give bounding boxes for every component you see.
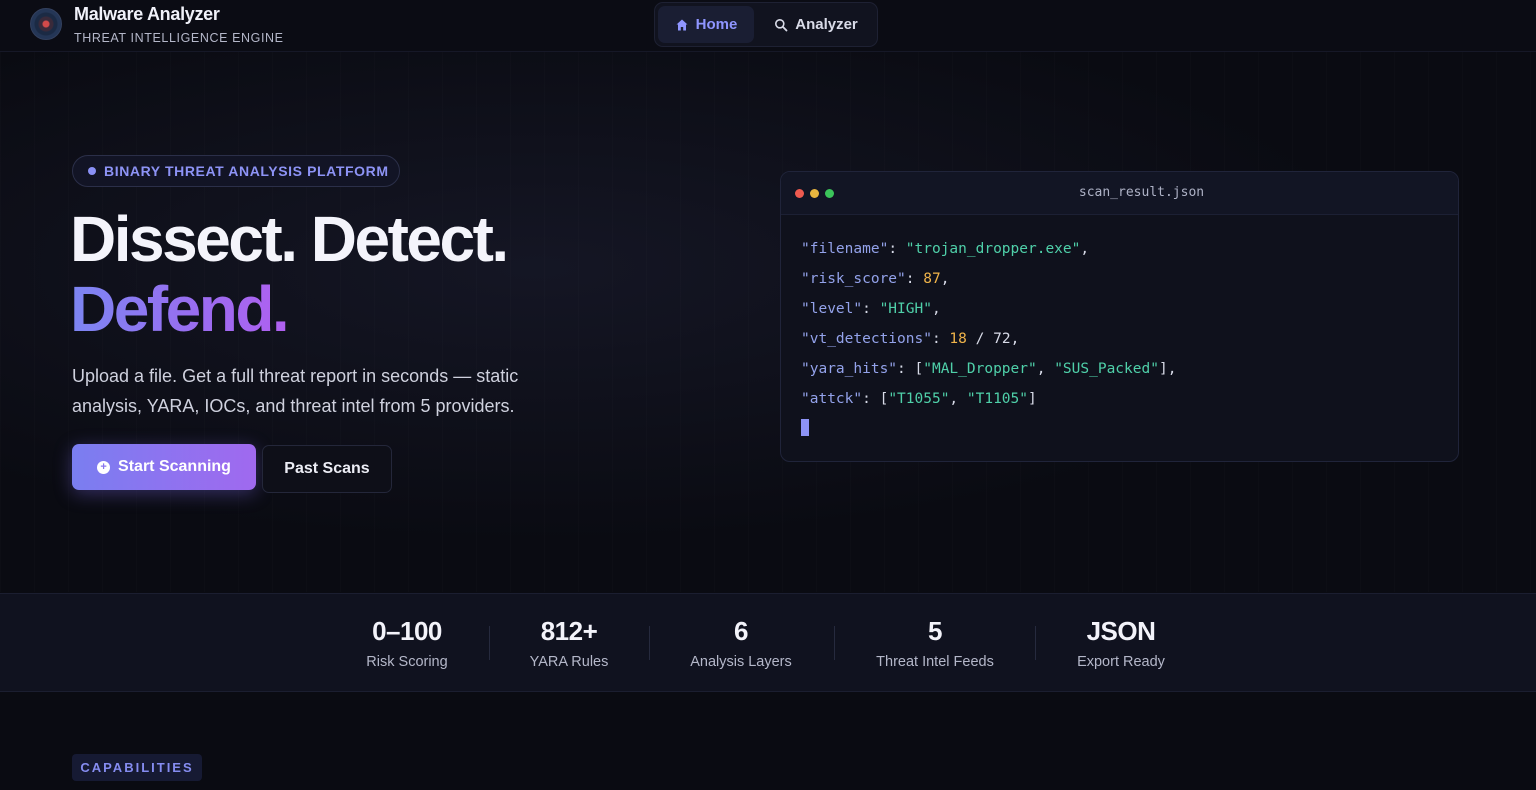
stat-export-ready: JSON Export Ready	[1066, 614, 1176, 670]
stat-divider	[649, 626, 650, 660]
code-line: "risk_score": 87,	[801, 271, 950, 287]
stat-label: YARA Rules	[529, 654, 609, 670]
nav-analyzer-label: Analyzer	[795, 16, 858, 33]
stat-threat-intel-feeds: 5 Threat Intel Feeds	[865, 614, 1005, 670]
code-panel-header: scan_result.json	[781, 172, 1458, 215]
code-line: "filename": "trojan_dropper.exe",	[801, 241, 1090, 257]
search-icon	[775, 18, 788, 31]
home-icon	[676, 19, 688, 30]
stat-yara-rules: 812+ YARA Rules	[519, 614, 619, 670]
start-scanning-button[interactable]: + Start Scanning	[72, 444, 256, 490]
code-content: "filename": "trojan_dropper.exe", "risk_s…	[801, 234, 1176, 444]
stat-label: Export Ready	[1077, 654, 1165, 670]
stat-label: Risk Scoring	[366, 654, 448, 670]
text-cursor	[801, 419, 809, 436]
code-line	[801, 414, 1176, 444]
top-navigation: Malware Analyzer THREAT INTELLIGENCE ENG…	[0, 0, 1536, 52]
hero-description: Upload a file. Get a full threat report …	[72, 366, 519, 416]
brand-title[interactable]: Malware Analyzer	[74, 4, 220, 25]
badge-label: BINARY THREAT ANALYSIS PLATFORM	[104, 163, 389, 179]
stat-divider	[1035, 626, 1036, 660]
stat-divider	[489, 626, 490, 660]
code-line: "attck": ["T1055", "T1105"]	[801, 391, 1037, 407]
past-scans-button[interactable]: Past Scans	[262, 445, 392, 493]
scan-result-preview: scan_result.json "filename": "trojan_dro…	[780, 171, 1459, 462]
brand-subtitle: THREAT INTELLIGENCE ENGINE	[74, 31, 284, 45]
stat-risk-scoring: 0–100 Risk Scoring	[357, 614, 457, 670]
logo-icon[interactable]	[30, 8, 62, 40]
platform-badge: BINARY THREAT ANALYSIS PLATFORM	[72, 155, 400, 187]
stat-value: 5	[928, 616, 942, 646]
hero-headline: Dissect. Detect.	[70, 203, 509, 275]
stat-value: 812+	[540, 616, 598, 646]
stat-label: Analysis Layers	[690, 654, 792, 670]
nav-home-link[interactable]: Home	[658, 6, 754, 43]
hero-headline-accent: Defend.	[70, 270, 290, 348]
stat-analysis-layers: 6 Analysis Layers	[681, 614, 801, 670]
capabilities-section-label: CAPABILITIES	[72, 754, 202, 781]
stat-value: 0–100	[372, 616, 442, 646]
code-filename: scan_result.json	[1078, 185, 1205, 200]
stat-value: JSON	[1086, 616, 1156, 646]
stat-label: Threat Intel Feeds	[876, 654, 994, 670]
code-line: "vt_detections": 18 / 72,	[801, 331, 1020, 347]
stats-bar: 0–100 Risk Scoring 812+ YARA Rules 6 Ana…	[0, 593, 1536, 692]
stat-value: 6	[734, 616, 748, 646]
stat-divider	[834, 626, 835, 660]
badge-dot-icon	[88, 167, 96, 175]
nav-home-label: Home	[695, 16, 738, 33]
nav-analyzer-link[interactable]: Analyzer	[764, 6, 868, 43]
code-line: "yara_hits": ["MAL_Dropper", "SUS_Packed…	[801, 361, 1177, 377]
start-scanning-label: Start Scanning	[118, 458, 231, 475]
code-line: "level": "HIGH",	[801, 301, 941, 317]
plus-circle-icon: +	[97, 460, 111, 474]
